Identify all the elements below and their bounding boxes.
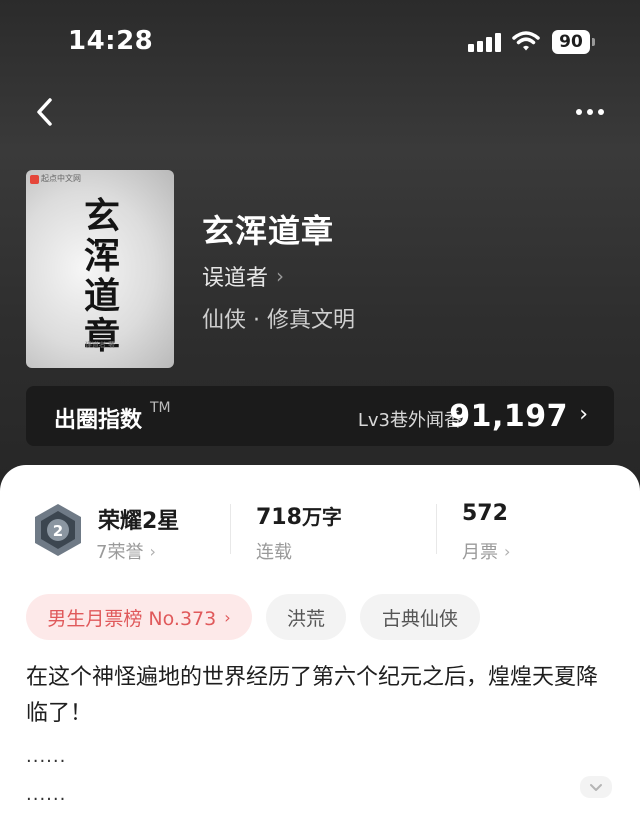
rank-tag-label: 男生月票榜 No.373 [47, 607, 217, 630]
monthly-ticket-link[interactable]: 月票 › [462, 538, 510, 564]
word-unit: 万字 [301, 505, 342, 529]
wifi-icon [512, 30, 540, 52]
honor-title: 荣耀2星 [98, 509, 180, 534]
book-description: 在这个神怪遍地的世界经历了第六个纪元之后，煌煌天夏降临了！ [26, 665, 599, 726]
description-ellipsis: ...... [26, 746, 67, 767]
more-button[interactable] [570, 100, 610, 124]
book-cover[interactable]: 起点中文网 玄 浑 道 章 误道者 著 [26, 170, 174, 368]
chevron-right-icon: › [224, 607, 231, 627]
svg-text:2: 2 [53, 522, 63, 540]
cover-brand: 起点中文网 [41, 174, 81, 183]
cover-author: 误道者 著 [84, 341, 116, 349]
author-link[interactable]: 误道者 › [202, 260, 284, 292]
chevron-right-icon: › [149, 541, 156, 561]
tag-honghuang[interactable]: 洪荒 [266, 594, 346, 640]
status-time: 14:28 [68, 26, 154, 56]
popularity-index-bar[interactable]: 出圈指数 TM Lv3巷外闻香 91,197 › [26, 386, 614, 446]
battery-tip [592, 38, 595, 46]
chevron-right-icon: › [579, 402, 588, 427]
description-ellipsis: ...... [26, 784, 67, 805]
cover-title: 玄 浑 道 章 [83, 195, 120, 357]
index-trademark: TM [150, 400, 171, 416]
monthly-ticket-count: 572 [462, 501, 508, 526]
book-genre: 仙侠 · 修真文明 [202, 308, 355, 333]
cover-logo [30, 175, 39, 184]
author-name: 误道者 [202, 266, 269, 291]
index-level: Lv3巷外闻香 [357, 410, 462, 431]
rank-tag[interactable]: 男生月票榜 No.373 › [26, 594, 252, 640]
medal-icon[interactable]: 2 [32, 502, 84, 558]
index-value: 91,197 [449, 399, 568, 434]
book-title: 玄浑道章 [202, 212, 335, 250]
chevron-right-icon: › [504, 541, 511, 561]
back-button[interactable] [30, 92, 66, 132]
index-title: 出圈指数 [54, 408, 143, 433]
serial-status: 连载 [256, 542, 292, 563]
signal-icon [468, 32, 502, 52]
more-icon [576, 109, 582, 115]
stat-divider [436, 504, 437, 554]
expand-button[interactable] [580, 776, 612, 798]
battery-icon: 90 [552, 30, 590, 54]
tag-classical-xianxia[interactable]: 古典仙侠 [360, 594, 480, 640]
stat-divider [230, 504, 231, 554]
monthly-ticket-label: 月票 [462, 542, 498, 563]
back-icon [37, 98, 52, 126]
honor-link[interactable]: 7荣誉 › [96, 538, 156, 564]
honor-count: 7荣誉 [96, 542, 144, 563]
chevron-right-icon: › [276, 264, 285, 288]
status-bar: 14:28 90 [0, 0, 640, 86]
word-count: 718万字 [256, 505, 342, 530]
chevron-down-icon [590, 784, 602, 791]
